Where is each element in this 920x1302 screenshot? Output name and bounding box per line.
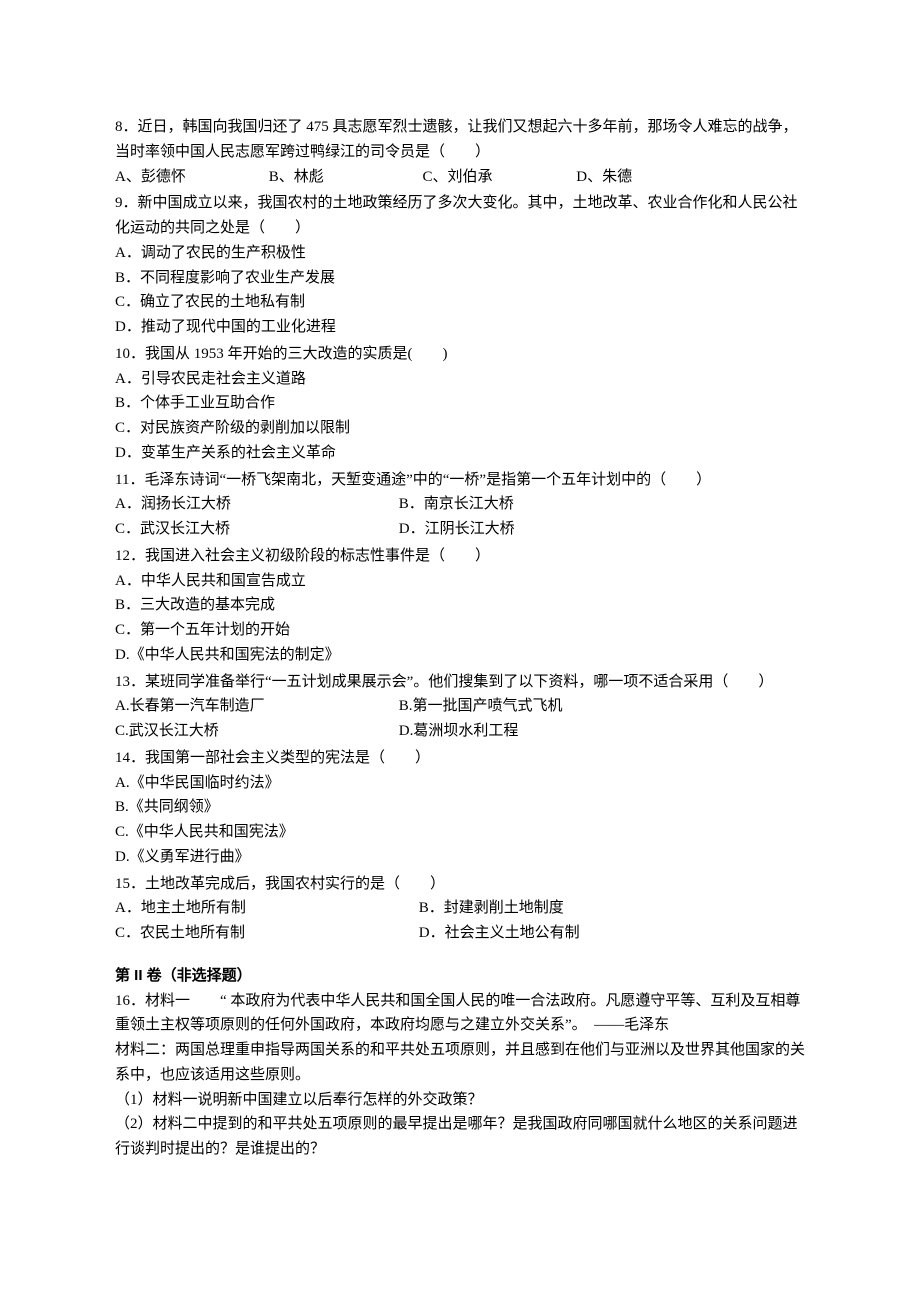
question-12-option-b: B．三大改造的基本完成 [115,593,805,618]
question-12: 12．我国进入社会主义初级阶段的标志性事件是（ ） A．中华人民共和国宣告成立 … [115,544,805,668]
question-8-option-c: C、刘伯承 [423,165,573,190]
question-10-option-b: B．个体手工业互助合作 [115,391,805,416]
question-12-option-d: D.《中华人民共和国宪法的制定》 [115,643,805,668]
question-8-option-a: A、彭德怀 [115,165,265,190]
question-11-option-b: B．南京长江大桥 [399,492,514,517]
question-9: 9．新中国成立以来，我国农村的土地政策经历了多次大变化。其中，土地改革、农业合作… [115,191,805,340]
question-12-option-c: C．第一个五年计划的开始 [115,618,805,643]
question-8-options: A、彭德怀 B、林彪 C、刘伯承 D、朱德 [115,165,805,190]
question-10: 10．我国从 1953 年开始的三大改造的实质是( ) A．引导农民走社会主义道… [115,342,805,466]
question-9-option-c: C．确立了农民的土地私有制 [115,290,805,315]
question-13-option-a: A.长春第一汽车制造厂 [115,694,395,719]
question-11-option-d: D．江阴长江大桥 [399,517,515,542]
question-11-options-row2: C．武汉长江大桥 D．江阴长江大桥 [115,517,805,542]
question-16-material-2: 材料二：两国总理重申指导两国关系的和平共处五项原则，并且感到在他们与亚洲以及世界… [115,1038,805,1088]
question-11-option-c: C．武汉长江大桥 [115,517,395,542]
question-13-option-b: B.第一批国产喷气式飞机 [399,694,563,719]
question-16-sub-1: （1）材料一说明新中国建立以后奉行怎样的外交政策？ [115,1088,805,1113]
question-14-stem: 14．我国第一部社会主义类型的宪法是（ ） [115,746,805,771]
question-14-option-b: B.《共同纲领》 [115,795,805,820]
question-8-option-d: D、朱德 [576,165,632,190]
question-13-options-row1: A.长春第一汽车制造厂 B.第一批国产喷气式飞机 [115,694,805,719]
question-11-stem: 11．毛泽东诗词“一桥飞架南北，天堑变通途”中的“一桥”是指第一个五年计划中的（… [115,468,805,493]
question-16-sub-2: （2）材料二中提到的和平共处五项原则的最早提出是哪年？是我国政府同哪国就什么地区… [115,1112,805,1162]
question-9-option-b: B．不同程度影响了农业生产发展 [115,266,805,291]
question-8: 8．近日，韩国向我国归还了 475 具志愿军烈士遗骸，让我们又想起六十多年前，那… [115,115,805,189]
question-9-option-d: D．推动了现代中国的工业化进程 [115,315,805,340]
exam-page: 8．近日，韩国向我国归还了 475 具志愿军烈士遗骸，让我们又想起六十多年前，那… [0,0,920,1302]
question-13-stem: 13．某班同学准备举行“一五计划成果展示会”。他们搜集到了以下资料，哪一项不适合… [115,670,805,695]
question-8-option-b: B、林彪 [269,165,419,190]
question-9-stem: 9．新中国成立以来，我国农村的土地政策经历了多次大变化。其中，土地改革、农业合作… [115,191,805,241]
question-13-option-c: C.武汉长江大桥 [115,719,395,744]
question-15-option-d: D．社会主义土地公有制 [419,921,580,946]
question-15-option-c: C．农民土地所有制 [115,921,415,946]
question-10-option-c: C．对民族资产阶级的剥削加以限制 [115,416,805,441]
question-10-option-d: D．变革生产关系的社会主义革命 [115,441,805,466]
question-16: 16．材料一 “ 本政府为代表中华人民共和国全国人民的唯一合法政府。凡愿遵守平等… [115,989,805,1162]
question-14: 14．我国第一部社会主义类型的宪法是（ ） A.《中华民国临时约法》 B.《共同… [115,746,805,870]
question-11: 11．毛泽东诗词“一桥飞架南北，天堑变通途”中的“一桥”是指第一个五年计划中的（… [115,468,805,542]
question-10-option-a: A．引导农民走社会主义道路 [115,367,805,392]
question-16-material-1: 16．材料一 “ 本政府为代表中华人民共和国全国人民的唯一合法政府。凡愿遵守平等… [115,989,805,1039]
question-12-option-a: A．中华人民共和国宣告成立 [115,569,805,594]
question-15-options-row2: C．农民土地所有制 D．社会主义土地公有制 [115,921,805,946]
question-14-option-a: A.《中华民国临时约法》 [115,771,805,796]
question-15: 15．土地改革完成后，我国农村实行的是（ ） A．地主土地所有制 B．封建剥削土… [115,872,805,946]
question-15-stem: 15．土地改革完成后，我国农村实行的是（ ） [115,872,805,897]
question-11-options-row1: A．润扬长江大桥 B．南京长江大桥 [115,492,805,517]
question-13-options-row2: C.武汉长江大桥 D.葛洲坝水利工程 [115,719,805,744]
question-15-option-a: A．地主土地所有制 [115,896,415,921]
question-11-option-a: A．润扬长江大桥 [115,492,395,517]
question-14-option-d: D.《义勇军进行曲》 [115,845,805,870]
question-14-option-c: C.《中华人民共和国宪法》 [115,820,805,845]
section-2-heading: 第 II 卷（非选择题） [115,964,805,989]
question-15-options-row1: A．地主土地所有制 B．封建剥削土地制度 [115,896,805,921]
question-9-option-a: A．调动了农民的生产积极性 [115,241,805,266]
question-10-stem: 10．我国从 1953 年开始的三大改造的实质是( ) [115,342,805,367]
question-15-option-b: B．封建剥削土地制度 [419,896,564,921]
question-13-option-d: D.葛洲坝水利工程 [399,719,519,744]
question-8-stem: 8．近日，韩国向我国归还了 475 具志愿军烈士遗骸，让我们又想起六十多年前，那… [115,115,805,165]
question-13: 13．某班同学准备举行“一五计划成果展示会”。他们搜集到了以下资料，哪一项不适合… [115,670,805,744]
question-12-stem: 12．我国进入社会主义初级阶段的标志性事件是（ ） [115,544,805,569]
